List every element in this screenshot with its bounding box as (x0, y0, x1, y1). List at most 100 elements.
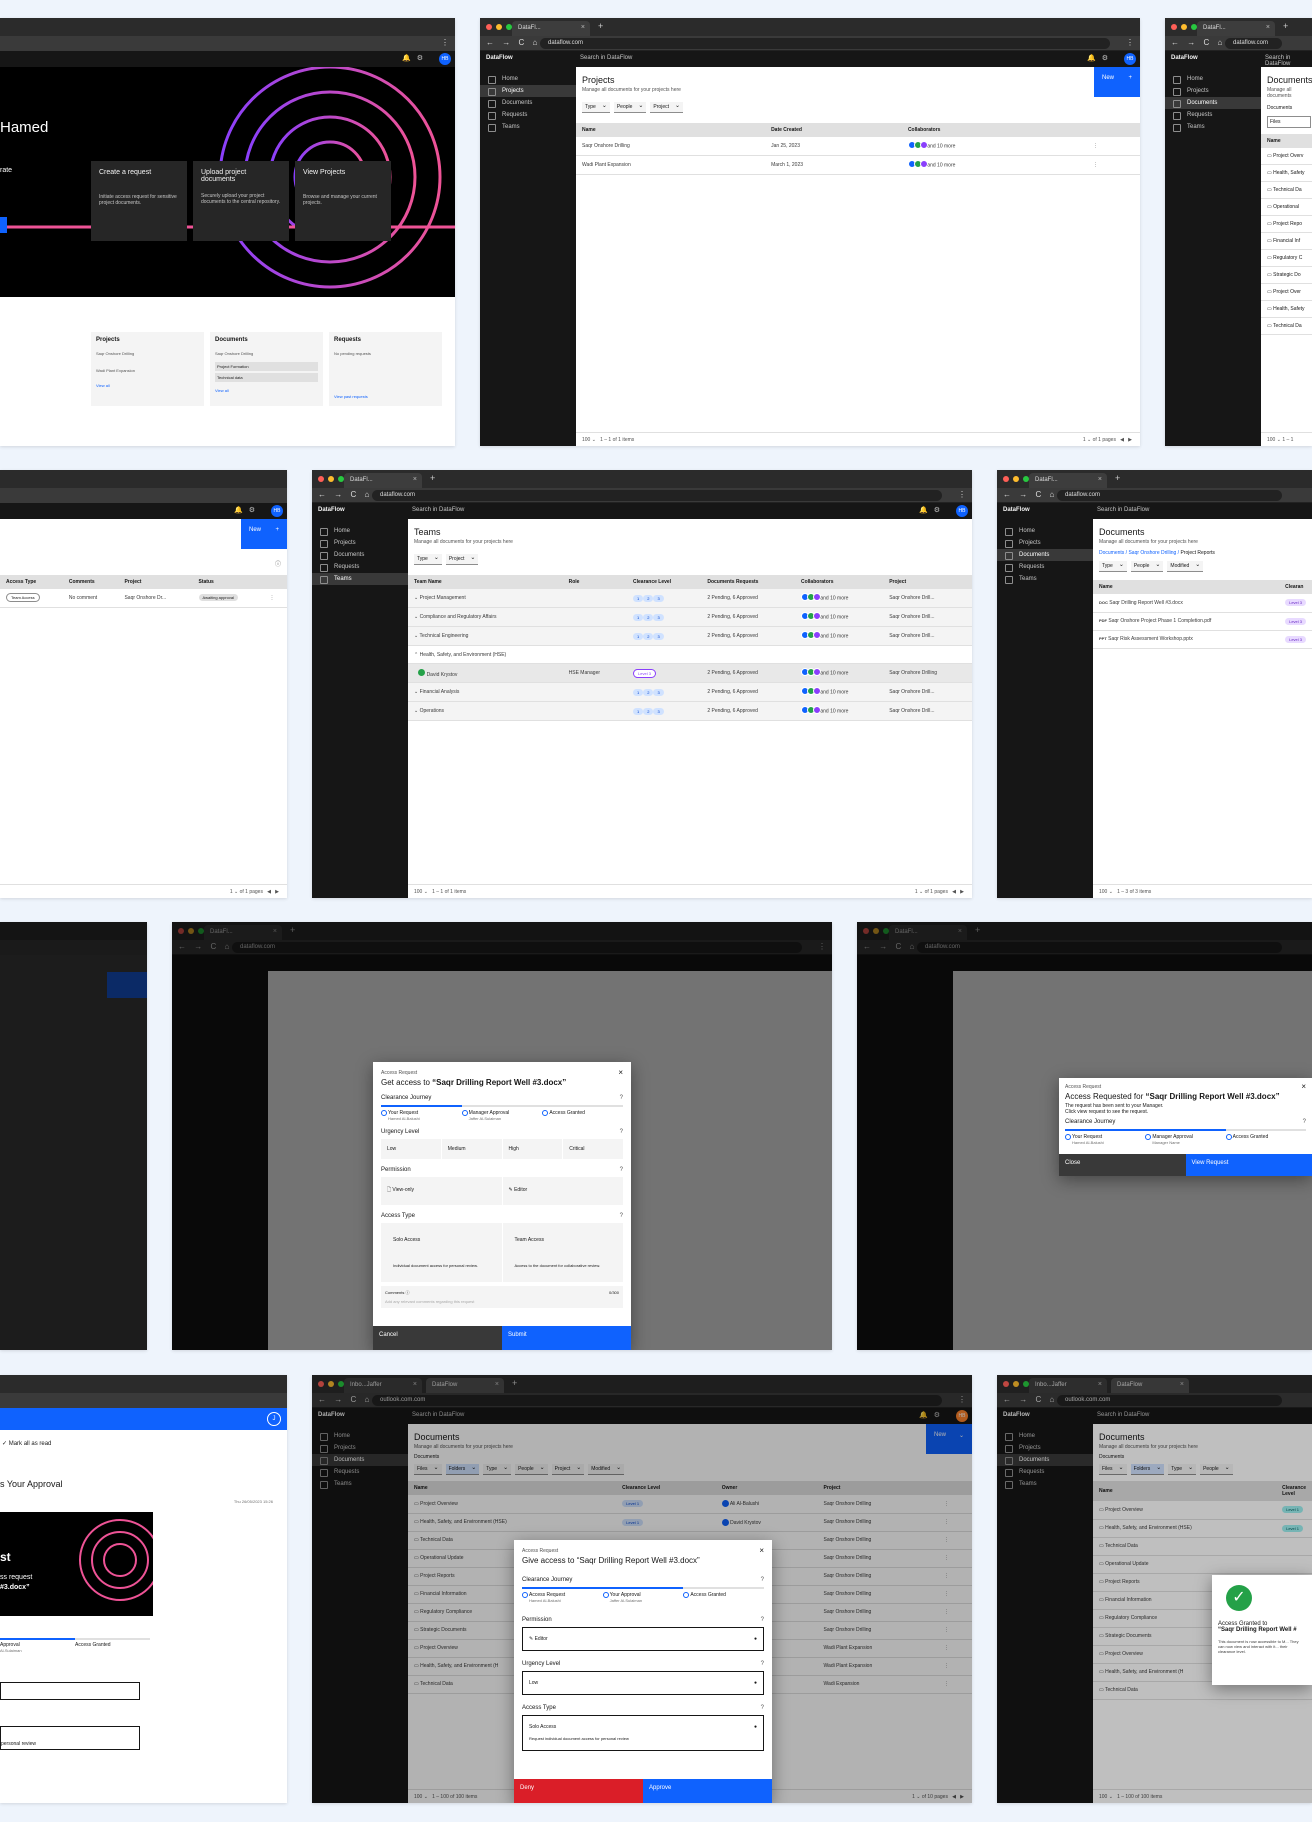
sidebar-item-projects[interactable]: Projects (997, 537, 1093, 549)
sidebar-item-requests[interactable]: Requests (312, 561, 408, 573)
list-item[interactable]: ▭ Regulatory C (1261, 250, 1312, 267)
table-row[interactable]: ⌄ Operations 1 2 3 2 Pending, 6 Approved and… (408, 701, 972, 721)
deny-button[interactable]: Deny (514, 1779, 643, 1803)
action-card-projects[interactable]: View Projects Browse and manage your curr… (295, 161, 391, 241)
list-item[interactable]: ▭ Health, Safety (1261, 165, 1312, 182)
sidebar-item-requests[interactable]: Requests (997, 561, 1093, 573)
breadcrumb[interactable]: Documents / Saqr Onshore Drilling / Proj… (1099, 550, 1312, 556)
list-item[interactable]: ▭ Health, Safety (1261, 301, 1312, 318)
sidebar-item-documents[interactable]: Documents (997, 549, 1093, 561)
sidebar-item-home[interactable]: Home (1165, 73, 1261, 85)
access-type-select[interactable]: Solo Access ● Request individual document … (522, 1715, 764, 1751)
sidebar-item-requests[interactable]: Requests (1165, 109, 1261, 121)
kebab-icon[interactable]: ⋮ (441, 38, 449, 47)
list-item[interactable]: ▭ Project Repo (1261, 216, 1312, 233)
sidebar-item-documents[interactable]: Documents (480, 97, 576, 109)
avatar[interactable]: HB (439, 53, 451, 65)
avatar[interactable]: HB (1124, 53, 1136, 65)
view-request-button[interactable]: View Request (1185, 1154, 1312, 1176)
search-input[interactable]: Search in DataFlow (1265, 55, 1312, 67)
close-icon[interactable]: × (759, 1546, 764, 1555)
table-row[interactable]: Wadi Plant Expansion March 1, 2023 and 10… (576, 155, 1140, 175)
browser-tab[interactable]: DataFl...× (512, 21, 590, 36)
list-item[interactable]: ▭ Project Over (1261, 284, 1312, 301)
sidebar-item-teams[interactable]: Teams (480, 121, 576, 133)
approve-button[interactable]: Approve (643, 1779, 772, 1803)
comments-field[interactable]: Comments ⓘ 0/300 Add any relevant comments… (381, 1286, 623, 1308)
sidebar-item-home[interactable]: Home (480, 73, 576, 85)
outlook-avatar[interactable]: J (267, 1412, 281, 1426)
address-bar[interactable]: dataflow.com (372, 490, 942, 501)
sidebar-item-documents[interactable]: Documents (1165, 97, 1261, 109)
action-card-upload[interactable]: Upload project documents Securely upload … (193, 161, 289, 241)
sidebar-item-requests[interactable]: Requests (480, 109, 576, 121)
access-type-solo[interactable]: Solo Access Individual document access fo… (381, 1223, 502, 1282)
close-button[interactable]: Close (1059, 1154, 1186, 1176)
projects-table: Name Date Created Collaborators Saqr Onsho… (576, 123, 1140, 175)
permission-select[interactable]: ✎ Editor ● (522, 1627, 764, 1651)
permission-editor[interactable]: ✎ Editor (502, 1177, 623, 1205)
mark-all-read[interactable]: ✓ Mark all as read (2, 1440, 287, 1447)
sidebar-item-home[interactable]: Home (312, 525, 408, 537)
table-row[interactable]: PPT Saqr Risk Assessment Workshop.pptx Le… (1093, 630, 1312, 649)
list-item[interactable]: ▭ Project Overv (1261, 148, 1312, 165)
urgency-medium[interactable]: Medium (441, 1139, 502, 1159)
cta-button[interactable] (0, 217, 7, 233)
filter-project[interactable]: Project (650, 102, 683, 113)
cancel-button[interactable]: Cancel (373, 1326, 502, 1350)
search-input[interactable]: Search in DataFlow (412, 507, 464, 513)
access-type-team[interactable]: Team Access Access to the document for co… (502, 1223, 623, 1282)
table-row[interactable]: DOC Saqr Drilling Report Well #3.docx Lev… (1093, 594, 1312, 613)
list-item[interactable]: ▭ Technical Da (1261, 182, 1312, 199)
files-toggle[interactable]: Files (1267, 116, 1311, 128)
sidebar-item-documents[interactable]: Documents (312, 549, 408, 561)
browser-nav[interactable]: ← → C ⌂ (486, 38, 540, 47)
search-input[interactable]: Search in DataFlow (580, 55, 632, 61)
list-item[interactable]: ▭ Strategic Do (1261, 267, 1312, 284)
table-row[interactable]: ⌄ Project Management 1 2 3 2 Pending, 6 Appr… (408, 589, 972, 608)
sidebar-item-teams[interactable]: Teams (1165, 121, 1261, 133)
permission-view-only[interactable]: 🗋 View-only (381, 1177, 502, 1205)
urgency-low[interactable]: Low (381, 1139, 441, 1159)
list-item[interactable]: ▭ Technical Da (1261, 318, 1312, 335)
sidebar-item-projects[interactable]: Projects (480, 85, 576, 97)
search-input[interactable]: Search in DataFlow (1097, 507, 1149, 513)
table-row[interactable]: Team Access No comment Saqr Onshore Dr... A… (0, 589, 287, 608)
table-row[interactable]: ⌃ Health, Safety, and Environment (HSE) (408, 645, 972, 664)
header-icons[interactable]: 🔔⚙ (402, 54, 429, 62)
table-row[interactable]: ⌄ Financial Analysis 1 2 3 2 Pending, 6 Appr… (408, 682, 972, 702)
list-item[interactable]: ▭ Operational (1261, 199, 1312, 216)
urgency-critical[interactable]: Critical (563, 1139, 623, 1159)
list-item[interactable]: ▭ Financial Inf (1261, 233, 1312, 250)
sidebar-item-teams[interactable]: Teams (312, 573, 408, 585)
close-icon[interactable]: × (1301, 1082, 1306, 1091)
sidebar-item-projects[interactable]: Projects (312, 537, 408, 549)
address-bar[interactable]: dataflow.com (1057, 490, 1282, 501)
table-row[interactable]: ⌄ Technical Engineering 1 2 3 2 Pending, 6 A… (408, 626, 972, 646)
help-icon[interactable]: ? (620, 1095, 623, 1101)
table-row[interactable]: David Krystov HSE Manager Level 32 Pending… (408, 663, 972, 683)
new-button[interactable]: New + (241, 519, 287, 549)
address-bar[interactable]: dataflow.com (1225, 38, 1282, 49)
email-screen-partial: J ✓ Mark all as read s Your Approval Thu… (0, 1375, 287, 1803)
sidebar-item-home[interactable]: Home (997, 525, 1093, 537)
table-row[interactable]: Saqr Onshore Drilling Jan 25, 2023 and 10… (576, 137, 1140, 156)
close-icon[interactable]: × (618, 1068, 623, 1077)
submit-button[interactable]: Submit (502, 1326, 631, 1350)
table-row[interactable]: ⌄ Compliance and Regulatory Affairs 1 2 3 2 … (408, 607, 972, 627)
browser-tab[interactable]: DataFl...× (1029, 473, 1107, 488)
sidebar-item-teams[interactable]: Teams (997, 573, 1093, 585)
widget-requests: Requests No pending requests View past r… (329, 332, 442, 406)
table-row[interactable]: PDF Saqr Onshore Project Phase 1 Complet… (1093, 612, 1312, 631)
urgency-high[interactable]: High (502, 1139, 563, 1159)
browser-tab[interactable]: DataFl...× (1197, 21, 1275, 36)
browser-tab[interactable]: DataFl...× (344, 473, 422, 488)
address-bar[interactable]: dataflow.com (540, 38, 1110, 49)
sidebar-item-projects[interactable]: Projects (1165, 85, 1261, 97)
action-card-create[interactable]: Create a request Initiate access request … (91, 161, 187, 241)
filter-people[interactable]: People (613, 102, 647, 113)
urgency-select[interactable]: Low ● (522, 1671, 764, 1695)
filter-type[interactable]: Type (582, 102, 610, 113)
new-button[interactable]: New + (1094, 67, 1140, 97)
brand-logo[interactable]: DataFlow (486, 55, 513, 61)
